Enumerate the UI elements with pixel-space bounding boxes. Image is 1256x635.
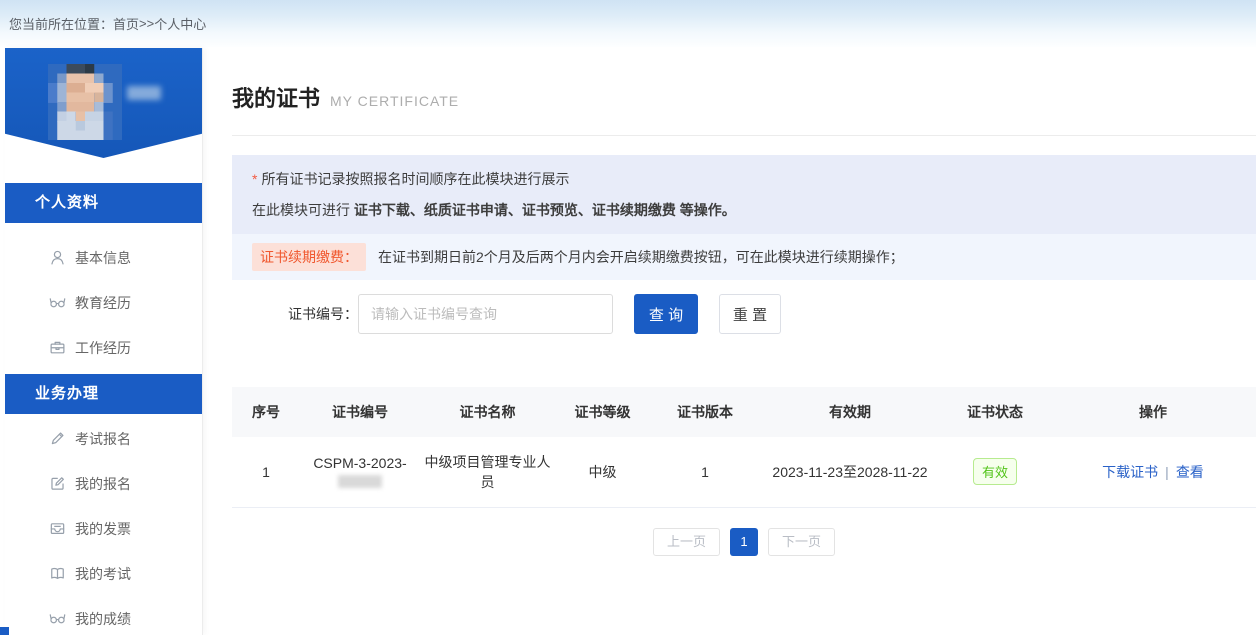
breadcrumb-home-link[interactable]: 首页 bbox=[113, 14, 139, 33]
sidebar-section-business[interactable]: 业务办理 bbox=[5, 374, 202, 414]
sidebar-item-label: 教育经历 bbox=[75, 293, 131, 313]
cell-index: 1 bbox=[232, 437, 300, 507]
col-header-cert-version: 证书版本 bbox=[650, 387, 760, 437]
sidebar-item-label: 基本信息 bbox=[75, 248, 131, 268]
col-header-cert-name: 证书名称 bbox=[420, 387, 555, 437]
main-content: 我的证书 MY CERTIFICATE *所有证书记录按照报名时间顺序在此模块进… bbox=[232, 47, 1256, 635]
certificate-table: 序号 证书编号 证书名称 证书等级 证书版本 有效期 证书状态 操作 1 CSP… bbox=[232, 387, 1256, 508]
action-separator: | bbox=[1165, 464, 1169, 480]
sidebar: 个人资料 基本信息 教育经历 工作经历 业务办理 bbox=[5, 48, 203, 635]
notice-line-2: 在此模块可进行 证书下载、纸质证书申请、证书预览、证书续期缴费 等操作。 bbox=[252, 199, 1236, 221]
sidebar-item-label: 我的考试 bbox=[75, 564, 131, 584]
sidebar-item-my-scores[interactable]: 我的成绩 bbox=[5, 596, 202, 635]
search-bar: 证书编号： 查 询 重 置 bbox=[232, 294, 1256, 334]
sidebar-item-exam-registration[interactable]: 考试报名 bbox=[5, 416, 202, 461]
col-header-status: 证书状态 bbox=[940, 387, 1050, 437]
breadcrumb: 您当前所在位置：首页>>个人中心 bbox=[0, 0, 1256, 47]
breadcrumb-current[interactable]: 个人中心 bbox=[154, 14, 206, 33]
col-header-actions: 操作 bbox=[1050, 387, 1256, 437]
renewal-notice-panel: 证书续期缴费： 在证书到期日前2个月及后两个月内会开启续期缴费按钮，可在此模块进… bbox=[232, 234, 1256, 280]
cell-cert-no: CSPM-3-2023- bbox=[300, 437, 420, 507]
corner-decoration bbox=[0, 627, 9, 635]
cert-no-redacted bbox=[338, 475, 382, 488]
avatar bbox=[48, 64, 122, 140]
table-header-row: 序号 证书编号 证书名称 证书等级 证书版本 有效期 证书状态 操作 bbox=[232, 387, 1256, 437]
notice-line-1: *所有证书记录按照报名时间顺序在此模块进行展示 bbox=[252, 168, 1236, 190]
glasses-icon bbox=[49, 610, 66, 627]
sidebar-item-label: 我的报名 bbox=[75, 474, 131, 494]
cell-cert-version: 1 bbox=[650, 437, 760, 507]
sidebar-group-profile: 基本信息 教育经历 工作经历 bbox=[5, 223, 202, 370]
sidebar-item-education[interactable]: 教育经历 bbox=[5, 280, 202, 325]
download-cert-link[interactable]: 下载证书 bbox=[1102, 464, 1158, 480]
notice-panel: *所有证书记录按照报名时间顺序在此模块进行展示 在此模块可进行 证书下载、纸质证… bbox=[232, 155, 1256, 234]
renewal-text: 在证书到期日前2个月及后两个月内会开启续期缴费按钮，可在此模块进行续期操作； bbox=[378, 247, 904, 267]
prev-page-button[interactable]: 上一页 bbox=[653, 528, 720, 556]
next-page-button[interactable]: 下一页 bbox=[768, 528, 835, 556]
sidebar-item-basic-info[interactable]: 基本信息 bbox=[5, 235, 202, 280]
cell-cert-level: 中级 bbox=[555, 437, 650, 507]
sidebar-item-label: 工作经历 bbox=[75, 338, 131, 358]
personal-center-page: 您当前所在位置：首页>>个人中心 bbox=[0, 0, 1256, 635]
user-icon bbox=[49, 249, 66, 266]
table-row: 1 CSPM-3-2023- 中级项目管理专业人员 中级 1 2023-11-2… bbox=[232, 437, 1256, 507]
user-banner bbox=[5, 48, 202, 158]
query-button[interactable]: 查 询 bbox=[634, 294, 698, 334]
invoice-icon bbox=[49, 520, 66, 537]
edit-note-icon bbox=[49, 475, 66, 492]
breadcrumb-bar: 您当前所在位置：首页>>个人中心 bbox=[0, 0, 1256, 47]
cell-cert-name: 中级项目管理专业人员 bbox=[420, 437, 555, 507]
page-title-zh: 我的证书 bbox=[232, 81, 320, 113]
view-cert-link[interactable]: 查看 bbox=[1176, 464, 1204, 480]
col-header-validity: 有效期 bbox=[760, 387, 940, 437]
cert-no-label: 证书编号： bbox=[288, 304, 358, 324]
pencil-icon bbox=[49, 430, 66, 447]
breadcrumb-prefix: 您当前所在位置： bbox=[9, 14, 113, 33]
col-header-index: 序号 bbox=[232, 387, 300, 437]
cell-status: 有效 bbox=[940, 437, 1050, 507]
sidebar-section-profile[interactable]: 个人资料 bbox=[5, 183, 202, 223]
page-title-en: MY CERTIFICATE bbox=[330, 93, 459, 109]
renewal-badge: 证书续期缴费： bbox=[252, 243, 366, 271]
book-icon bbox=[49, 565, 66, 582]
pagination: 上一页 1 下一页 bbox=[232, 528, 1256, 556]
sidebar-group-business: 考试报名 我的报名 我的发票 我的考试 bbox=[5, 414, 202, 635]
glasses-icon bbox=[49, 294, 66, 311]
reset-button[interactable]: 重 置 bbox=[719, 294, 781, 334]
page-title: 我的证书 MY CERTIFICATE bbox=[232, 81, 1256, 136]
briefcase-icon bbox=[49, 339, 66, 356]
status-badge: 有效 bbox=[973, 458, 1017, 485]
cert-no-input[interactable] bbox=[358, 294, 613, 334]
breadcrumb-separator: >> bbox=[139, 16, 154, 31]
sidebar-item-label: 我的成绩 bbox=[75, 609, 131, 629]
user-name-redacted bbox=[127, 86, 161, 100]
col-header-cert-no: 证书编号 bbox=[300, 387, 420, 437]
sidebar-item-label: 考试报名 bbox=[75, 429, 131, 449]
page-1-button[interactable]: 1 bbox=[730, 528, 758, 556]
sidebar-item-my-exams[interactable]: 我的考试 bbox=[5, 551, 202, 596]
col-header-cert-level: 证书等级 bbox=[555, 387, 650, 437]
sidebar-item-label: 我的发票 bbox=[75, 519, 131, 539]
sidebar-item-my-registration[interactable]: 我的报名 bbox=[5, 461, 202, 506]
required-asterisk: * bbox=[252, 171, 257, 187]
cell-actions: 下载证书 | 查看 bbox=[1050, 437, 1256, 507]
sidebar-item-my-invoice[interactable]: 我的发票 bbox=[5, 506, 202, 551]
sidebar-item-work[interactable]: 工作经历 bbox=[5, 325, 202, 370]
cell-validity: 2023-11-23至2028-11-22 bbox=[760, 437, 940, 507]
